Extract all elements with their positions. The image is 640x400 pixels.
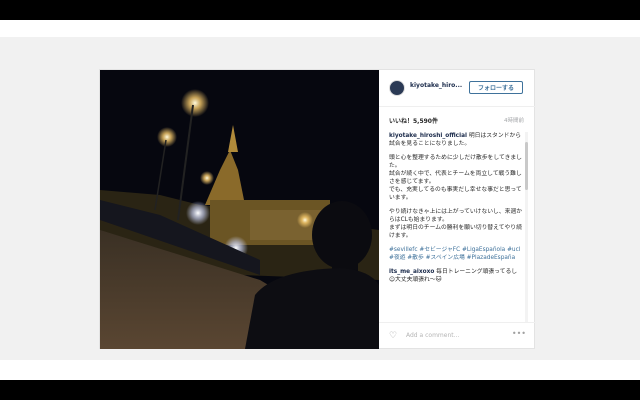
post-photo[interactable] xyxy=(100,70,379,349)
comments-scrollbar[interactable] xyxy=(525,132,528,322)
comment-item: its_me_aixoxo 毎日トレーニング頑張ってるし☺︎大丈夫頑張れ〜🐱 xyxy=(389,268,523,284)
hashtags-line-2[interactable]: #夜遊 #散歩 #スペイン広場 #PlazadeEspaña xyxy=(389,254,523,262)
follow-button[interactable]: フォローする xyxy=(469,81,523,94)
caption-third-paragraph: やり続けなきゃ上には上がっていけないし、来週からはCLも始まります。 まずは明日… xyxy=(389,209,523,239)
heart-icon[interactable]: ♡ xyxy=(389,331,397,341)
scrollbar-thumb[interactable] xyxy=(525,142,528,190)
caption-username[interactable]: kiyotake_hiroshi_official xyxy=(389,133,467,139)
post-timestamp[interactable]: 4時間前 xyxy=(504,116,524,124)
hashtags-line-1[interactable]: #sevillefc #セビージャFC #LigaEspañola #ucl xyxy=(389,246,523,254)
caption-first-paragraph: kiyotake_hiroshi_official 明日はスタンドから試合を見る… xyxy=(389,132,523,148)
likes-count[interactable]: いいね！5,590件 xyxy=(389,116,438,125)
instagram-post-card: kiyotake_hiro... フォローする いいね！5,590件 4時間前 … xyxy=(99,69,536,349)
more-options-icon[interactable]: ••• xyxy=(512,329,526,338)
caption-second-paragraph: 頭と心を整理するために少しだけ散歩をしてきました。 試合が続く中で、代表とチーム… xyxy=(389,155,522,201)
add-comment-bar: ♡ Add a comment... ••• xyxy=(379,322,536,350)
night-scene-image xyxy=(100,70,379,349)
post-header: kiyotake_hiro... フォローする xyxy=(379,70,536,107)
avatar[interactable] xyxy=(389,80,405,96)
comments-list: kiyotake_hiroshi_official 明日はスタンドから試合を見る… xyxy=(389,132,523,322)
post-sidebar: kiyotake_hiro... フォローする いいね！5,590件 4時間前 … xyxy=(379,70,536,349)
username-link[interactable]: kiyotake_hiro... xyxy=(410,82,462,89)
comment-username[interactable]: its_me_aixoxo xyxy=(389,269,434,275)
add-comment-input[interactable]: Add a comment... xyxy=(406,332,459,339)
